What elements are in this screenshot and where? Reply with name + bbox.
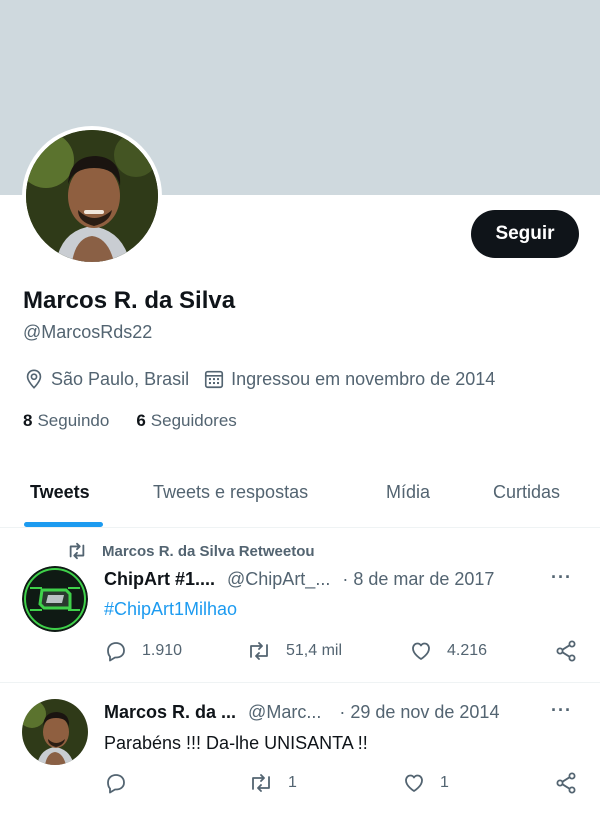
reply-button[interactable]: 1.910	[104, 639, 182, 663]
chipart-logo	[22, 566, 88, 632]
tweet-author-handle[interactable]: @Marc...	[248, 702, 321, 723]
avatar-portrait	[22, 699, 88, 765]
tweet-header: Marcos R. da ... @Marc... · 29 de nov de…	[104, 702, 499, 723]
tweet-actions: 1 1	[104, 771, 580, 799]
following-label: Seguindo	[37, 411, 110, 430]
tweet[interactable]: Marcos R. da Silva Retweetou ChipArt #1.…	[0, 529, 600, 683]
location-text: São Paulo, Brasil	[51, 368, 190, 389]
avatar-photo	[26, 130, 158, 262]
followers-label: Seguidores	[150, 411, 237, 430]
calendar-icon	[205, 370, 224, 389]
reply-icon	[107, 774, 125, 794]
tweet-author-avatar[interactable]	[22, 699, 88, 765]
tweet-text[interactable]: #ChipArt1Milhao	[104, 599, 237, 620]
tweet[interactable]: Marcos R. da ... @Marc... · 29 de nov de…	[0, 683, 600, 818]
retweet-count: 1	[288, 774, 297, 791]
tab-tweets-and-replies[interactable]: Tweets e respostas	[153, 482, 308, 503]
followers-link[interactable]: 6 Seguidores	[136, 411, 236, 431]
share-icon	[556, 640, 576, 662]
tweet-author-handle[interactable]: @ChipArt_...	[227, 569, 330, 590]
tweet-header: ChipArt #1.... @ChipArt_... · 8 de mar d…	[104, 569, 494, 590]
profile-name: Marcos R. da Silva	[23, 287, 236, 314]
retweet-note: Marcos R. da Silva Retweetou	[66, 541, 315, 561]
profile-avatar[interactable]	[22, 126, 162, 266]
tweet-author-avatar[interactable]	[22, 566, 88, 632]
share-button[interactable]	[554, 639, 592, 663]
tweet-date[interactable]: · 29 de nov de 2014	[339, 702, 499, 723]
join-date: Ingressou em novembro de 2014	[203, 368, 495, 390]
tab-likes[interactable]: Curtidas	[493, 482, 560, 503]
profile-meta: São Paulo, Brasil Ingressou em novembro …	[23, 368, 509, 390]
more-icon[interactable]: ···	[551, 567, 572, 588]
tweet-text[interactable]: Parabéns !!! Da-lhe UNISANTA !!	[104, 733, 368, 754]
retweet-note-text: Marcos R. da Silva Retweetou	[102, 542, 315, 560]
tweet-date[interactable]: · 8 de mar de 2017	[342, 569, 494, 590]
tweet-actions: 1.910 51,4 mil 4.216	[104, 639, 580, 667]
reply-count: 1.910	[142, 642, 183, 659]
like-icon	[405, 774, 423, 792]
tab-media[interactable]: Mídia	[386, 482, 430, 503]
like-button[interactable]: 4.216	[409, 639, 487, 663]
like-count: 4.216	[447, 642, 488, 659]
follow-stats: 8 Seguindo 6 Seguidores	[23, 411, 264, 431]
retweet-icon	[69, 542, 85, 560]
like-icon	[412, 642, 430, 660]
followers-count: 6	[136, 411, 146, 430]
avatar-portrait	[26, 130, 158, 262]
profile-handle: @MarcosRds22	[23, 322, 153, 342]
location-icon	[26, 369, 42, 389]
join-date-text: Ingressou em novembro de 2014	[231, 368, 496, 389]
follow-button[interactable]: Seguir	[471, 210, 579, 258]
reply-button[interactable]	[104, 771, 142, 795]
share-button[interactable]	[554, 771, 592, 795]
tweet-author-name[interactable]: Marcos R. da ...	[104, 702, 236, 723]
profile-tabs: Tweets Tweets e respostas Mídia Curtidas	[0, 462, 600, 528]
retweet-icon	[250, 642, 268, 660]
following-count: 8	[23, 411, 33, 430]
following-link[interactable]: 8 Seguindo	[23, 411, 109, 431]
active-tab-indicator	[24, 522, 103, 527]
retweet-icon	[252, 774, 270, 792]
tweet-author-name[interactable]: ChipArt #1....	[104, 569, 215, 590]
location: São Paulo, Brasil	[23, 368, 189, 390]
tab-tweets[interactable]: Tweets	[30, 482, 90, 503]
share-icon	[556, 772, 576, 794]
like-button[interactable]: 1	[402, 771, 449, 795]
more-icon[interactable]: ···	[551, 700, 572, 721]
like-count: 1	[440, 774, 449, 791]
retweet-button[interactable]: 51,4 mil	[246, 639, 342, 663]
retweet-count: 51,4 mil	[286, 642, 343, 659]
retweet-button[interactable]: 1	[248, 771, 297, 795]
reply-icon	[107, 642, 125, 662]
